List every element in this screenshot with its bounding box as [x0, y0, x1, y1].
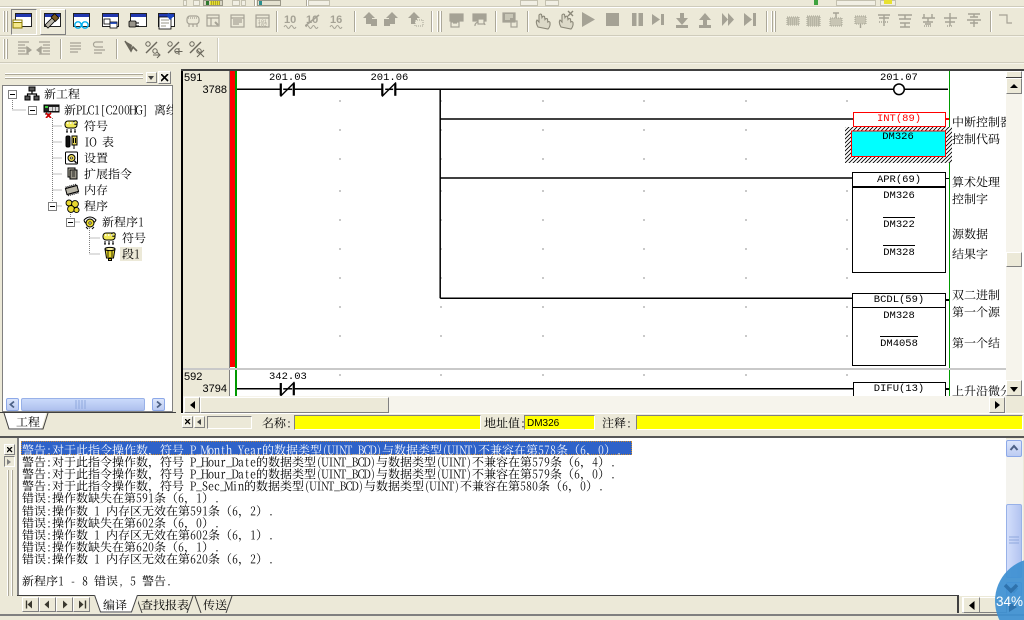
svg-text:16: 16 [330, 14, 342, 26]
svg-text:10: 10 [284, 14, 296, 26]
svg-text:102: 102 [258, 23, 267, 29]
svg-text:34%: 34% [996, 594, 1023, 609]
